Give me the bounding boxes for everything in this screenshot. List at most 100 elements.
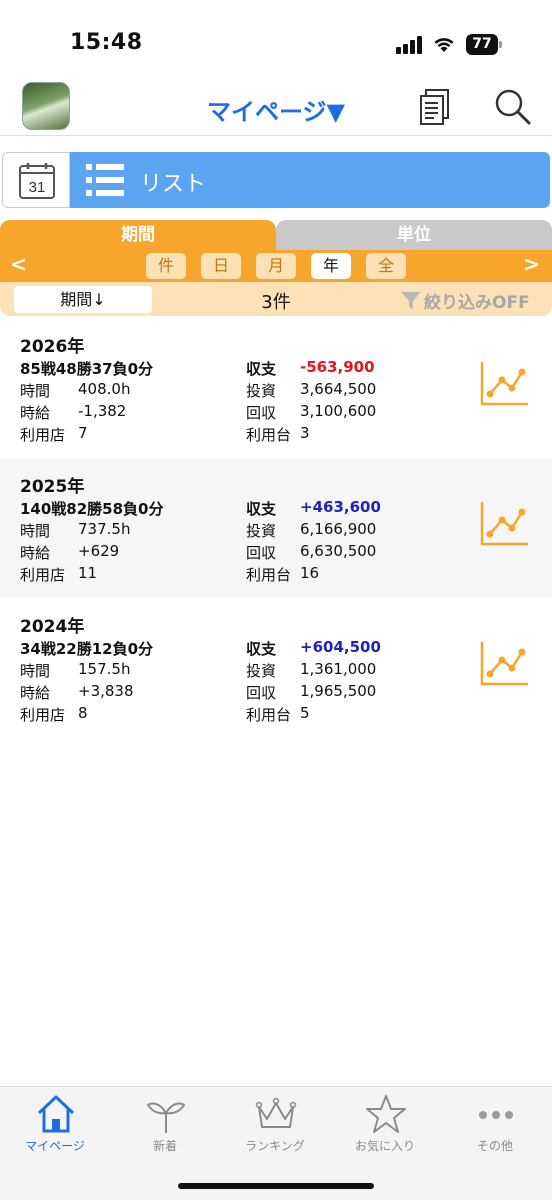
home-icon (37, 1095, 75, 1133)
balance-value: +604,500 (300, 638, 381, 656)
tab-unit[interactable]: 単位 (276, 220, 552, 250)
list-icon (86, 164, 124, 196)
record-year: 2024年 (20, 617, 85, 637)
tab-label: その他 (476, 1139, 513, 1153)
collect-label: 回収 (246, 404, 277, 422)
home-indicator[interactable] (178, 1183, 374, 1189)
tab-period[interactable]: 期間 (0, 220, 276, 250)
collect-label: 回収 (246, 544, 277, 562)
sprout-icon (146, 1102, 186, 1133)
calendar-view-button[interactable]: 31 (2, 152, 70, 208)
machines-value: 16 (300, 564, 320, 582)
stores-value: 8 (78, 704, 88, 722)
status-time: 15:48 (70, 30, 143, 55)
funnel-icon (401, 292, 421, 309)
list-view-button[interactable]: リスト (70, 152, 550, 208)
star-icon (366, 1095, 406, 1133)
bottom-tab-bar: マイページ 新着 ランキング お気に入り その他 (0, 1086, 552, 1200)
invest-value: 1,361,000 (300, 660, 377, 678)
tab-mypage[interactable]: マイページ (0, 1087, 110, 1167)
invest-label: 投資 (246, 382, 277, 400)
period-option-day[interactable]: 日 (201, 253, 241, 279)
wifi-icon (434, 38, 454, 52)
calendar-day: 31 (29, 179, 46, 196)
record-year: 2025年 (20, 477, 85, 497)
stores-value: 11 (78, 564, 98, 582)
tab-new[interactable]: 新着 (110, 1087, 220, 1167)
hourly-value: +3,838 (78, 682, 134, 700)
tab-ranking[interactable]: ランキング (220, 1087, 330, 1167)
collect-value: 1,965,500 (300, 682, 377, 700)
view-selector: 31 リスト (0, 152, 552, 208)
stores-value: 7 (78, 424, 88, 442)
tab-label: ランキング (245, 1139, 305, 1153)
stores-label: 利用店 (20, 426, 66, 444)
machines-label: 利用台 (246, 426, 292, 444)
period-option-month[interactable]: 月 (256, 253, 296, 279)
balance-label: 収支 (246, 500, 277, 518)
crown-icon (255, 1097, 297, 1128)
record-row[interactable]: 2026年 85戦48勝37負0分 時間 408.0h 時給 -1,382 利用… (0, 318, 552, 458)
time-label: 時間 (20, 522, 51, 540)
mode-tabs: 期間 単位 (0, 220, 552, 250)
record-win-loss: 85戦48勝37負0分 (20, 360, 154, 378)
stores-label: 利用店 (20, 566, 66, 584)
period-option-all[interactable]: 全 (366, 253, 406, 279)
machines-label: 利用台 (246, 566, 292, 584)
cellular-signal-icon (396, 36, 424, 54)
line-chart-icon[interactable] (478, 358, 530, 408)
period-selector: < 件 日 月 年 全 > (0, 250, 552, 282)
line-chart-icon[interactable] (478, 498, 530, 548)
balance-value: -563,900 (300, 358, 375, 376)
balance-label: 収支 (246, 360, 277, 378)
invest-value: 6,166,900 (300, 520, 377, 538)
more-icon (479, 1111, 513, 1119)
period-option-year[interactable]: 年 (311, 253, 351, 279)
battery-icon: 77 (466, 34, 502, 55)
previous-arrow-icon[interactable]: < (10, 252, 27, 276)
collect-label: 回収 (246, 684, 277, 702)
time-value: 157.5h (78, 660, 131, 678)
app-header: マイページ▼ (0, 80, 552, 136)
tab-label: お気に入り (354, 1139, 415, 1153)
record-win-loss: 140戦82勝58負0分 (20, 500, 164, 518)
tab-other[interactable]: その他 (440, 1087, 550, 1167)
hourly-label: 時給 (20, 684, 51, 702)
machines-value: 3 (300, 424, 310, 442)
stores-label: 利用店 (20, 706, 66, 724)
page-title-dropdown[interactable]: マイページ▼ (0, 92, 552, 127)
filter-button[interactable]: 絞り込みOFF (400, 288, 530, 313)
tab-label: マイページ (25, 1139, 85, 1153)
tab-label: 新着 (152, 1139, 177, 1153)
invest-value: 3,664,500 (300, 380, 377, 398)
record-year: 2026年 (20, 337, 85, 357)
record-row[interactable]: 2024年 34戦22勝12負0分 時間 157.5h 時給 +3,838 利用… (0, 598, 552, 738)
record-row[interactable]: 2025年 140戦82勝58負0分 時間 737.5h 時給 +629 利用店… (0, 458, 552, 598)
machines-label: 利用台 (246, 706, 292, 724)
battery-level: 77 (466, 34, 498, 55)
hourly-value: -1,382 (78, 402, 127, 420)
balance-value: +463,600 (300, 498, 381, 516)
filter-label: 絞り込みOFF (424, 293, 530, 313)
machines-value: 5 (300, 704, 310, 722)
filter-row: 期間↓ 3件 絞り込みOFF (0, 282, 552, 316)
hourly-label: 時給 (20, 544, 51, 562)
status-bar: 15:48 77 (0, 0, 552, 80)
collect-value: 3,100,600 (300, 402, 377, 420)
record-list: 2026年 85戦48勝37負0分 時間 408.0h 時給 -1,382 利用… (0, 318, 552, 738)
document-icon[interactable] (418, 88, 452, 126)
next-arrow-icon[interactable]: > (523, 252, 540, 276)
balance-label: 収支 (246, 640, 277, 658)
list-view-label: リスト (140, 172, 207, 197)
line-chart-icon[interactable] (478, 638, 530, 688)
record-win-loss: 34戦22勝12負0分 (20, 640, 154, 658)
collect-value: 6,630,500 (300, 542, 377, 560)
tab-favorites[interactable]: お気に入り (330, 1087, 440, 1167)
time-label: 時間 (20, 662, 51, 680)
hourly-label: 時給 (20, 404, 51, 422)
time-value: 737.5h (78, 520, 131, 538)
invest-label: 投資 (246, 522, 277, 540)
calendar-icon: 31 (19, 163, 55, 199)
period-option-count[interactable]: 件 (146, 253, 186, 279)
search-icon[interactable] (494, 88, 532, 126)
